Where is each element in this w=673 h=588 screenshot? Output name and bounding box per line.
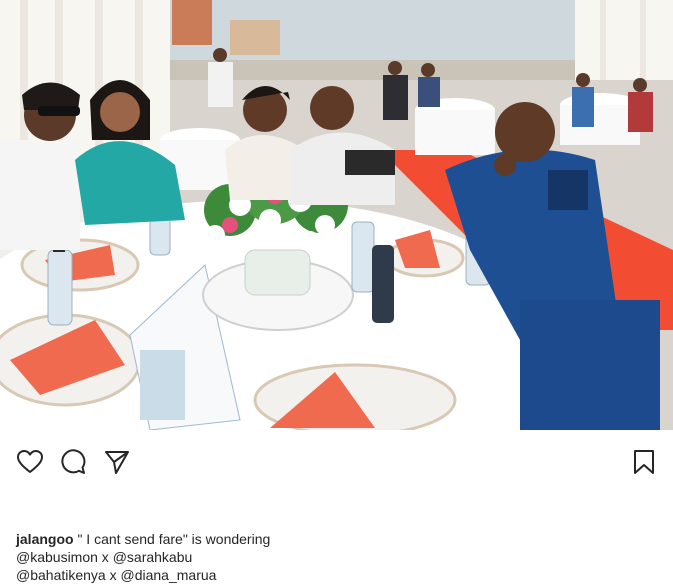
caption-line-3: @bahatikenya x @diana_marua [16, 566, 656, 584]
heart-icon [17, 450, 43, 473]
photo-illustration [0, 0, 673, 430]
post-action-bar [0, 430, 673, 490]
send-icon [105, 451, 129, 474]
bookmark-icon [634, 450, 654, 474]
comment-button[interactable] [59, 448, 87, 476]
mention-sarahkabu[interactable]: @sarahkabu [113, 549, 193, 565]
mention-bahatikenya[interactable]: @bahatikenya [16, 567, 106, 583]
mention-separator: x [97, 549, 113, 565]
mention-kabusimon[interactable]: @kabusimon [16, 549, 98, 565]
comment-icon [61, 449, 86, 474]
post-caption: jalangoo " I cant send fare" is wonderin… [16, 530, 656, 584]
post-photo[interactable] [0, 0, 673, 430]
caption-line-1: jalangoo " I cant send fare" is wonderin… [16, 530, 656, 548]
save-button[interactable] [630, 448, 658, 476]
caption-text: " I cant send fare" is wondering [73, 531, 271, 547]
caption-username[interactable]: jalangoo [16, 531, 74, 547]
mention-diana-marua[interactable]: @diana_marua [121, 567, 217, 583]
share-button[interactable] [103, 448, 131, 476]
like-button[interactable] [16, 448, 44, 476]
instagram-post: jalangoo " I cant send fare" is wonderin… [0, 0, 673, 588]
mention-separator: x [105, 567, 121, 583]
caption-line-2: @kabusimon x @sarahkabu [16, 548, 656, 566]
